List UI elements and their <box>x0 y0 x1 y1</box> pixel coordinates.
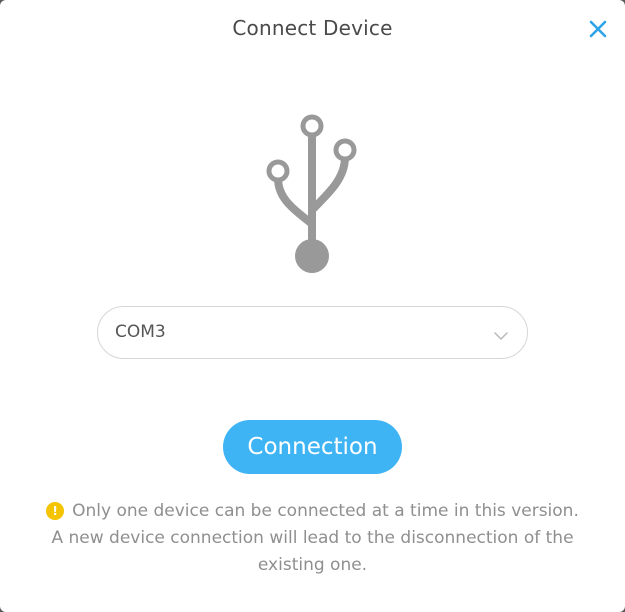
notice-line-1: Only one device can be connected at a ti… <box>72 501 579 521</box>
warning-icon: ! <box>46 502 65 520</box>
usb-icon <box>262 112 362 276</box>
port-select[interactable]: COM3 <box>97 306 528 359</box>
close-icon[interactable] <box>587 18 609 40</box>
connect-device-dialog: Connect Device COM3 Connection ! Only on… <box>0 0 625 612</box>
chevron-down-icon <box>493 327 509 340</box>
notice-text: ! Only one device can be connected at a t… <box>30 498 595 579</box>
connection-button[interactable]: Connection <box>223 420 402 474</box>
port-select-value: COM3 <box>115 322 166 342</box>
notice-line-2: A new device connection will lead to the… <box>51 528 574 575</box>
dialog-title: Connect Device <box>232 16 393 40</box>
